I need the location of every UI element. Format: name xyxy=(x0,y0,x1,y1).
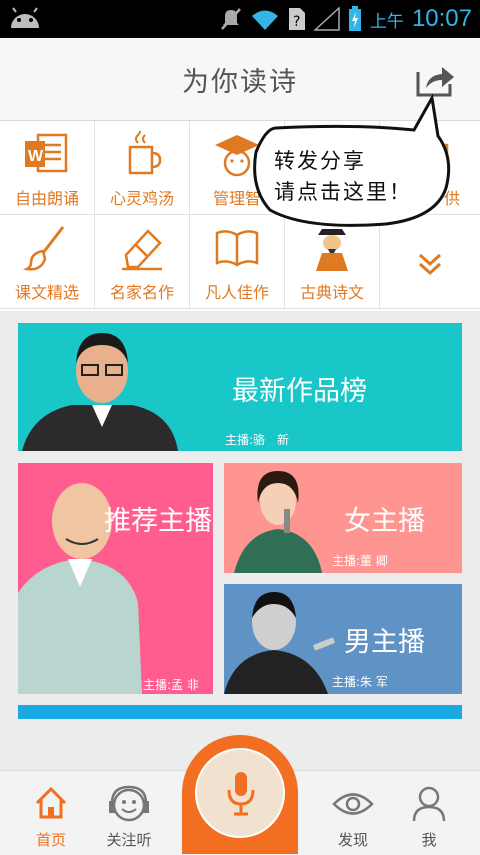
category-label: 名家名作 xyxy=(109,283,174,302)
paintbrush-icon xyxy=(23,226,65,271)
category-label: 自由朗诵 xyxy=(14,189,79,208)
latest-works-card[interactable]: 最新作品榜 主播:骆 新 xyxy=(18,323,462,451)
nav-label: 关注听 xyxy=(106,831,152,849)
card-title: 推荐主播 xyxy=(104,506,212,537)
category-soup[interactable]: 心灵鸡汤 xyxy=(95,121,190,215)
record-button-inner xyxy=(195,748,285,838)
record-button[interactable] xyxy=(182,735,298,854)
card-host: 主播:骆 新 xyxy=(225,433,290,447)
home-icon xyxy=(35,786,67,819)
svg-text:?: ? xyxy=(293,14,300,30)
card-title: 男主播 xyxy=(344,627,425,658)
eye-icon xyxy=(332,793,374,815)
card-host: 主播:孟 非 xyxy=(143,678,199,692)
category-label: 凡人佳作 xyxy=(204,283,269,302)
signal-icon xyxy=(313,7,340,31)
category-label: 心灵鸡汤 xyxy=(109,189,174,208)
android-icon xyxy=(11,7,39,28)
card-host: 主播:朱 军 xyxy=(332,675,388,689)
category-label: 古典诗文 xyxy=(299,283,364,302)
eraser-icon xyxy=(122,229,162,271)
card-host: 主播:董 卿 xyxy=(332,554,388,568)
microphone-icon xyxy=(227,772,255,816)
category-textbook[interactable]: 课文精选 xyxy=(0,215,95,309)
nav-label: 我 xyxy=(421,831,437,849)
user-icon xyxy=(412,786,446,822)
share-hint-bubble: 转发分享 请点击这里！ xyxy=(246,92,456,232)
host-portrait xyxy=(234,471,322,573)
headphone-smiley-icon xyxy=(109,785,149,822)
status-bar: ? 上午 10:07 xyxy=(0,0,480,38)
wifi-icon xyxy=(251,10,278,30)
more-card-preview[interactable] xyxy=(18,705,462,719)
word-document-icon: W xyxy=(25,133,68,173)
card-title: 女主播 xyxy=(344,506,425,537)
clock: 10:07 xyxy=(411,5,472,32)
female-host-card[interactable]: 女主播 主播:董 卿 xyxy=(224,463,462,573)
coffee-cup-icon xyxy=(128,131,162,175)
category-label: 课文精选 xyxy=(14,283,79,302)
nav-label: 首页 xyxy=(35,831,66,849)
no-sim-icon: ? xyxy=(288,8,305,30)
host-portrait xyxy=(224,592,336,694)
male-host-card[interactable]: 男主播 主播:朱 军 xyxy=(224,584,462,694)
category-recitation[interactable]: W 自由朗诵 xyxy=(0,121,95,215)
share-hint-line1: 转发分享 xyxy=(274,149,366,173)
host-portrait xyxy=(22,333,178,451)
category-masters[interactable]: 名家名作 xyxy=(95,215,190,309)
chevron-down-icon xyxy=(418,253,442,276)
svg-text:W: W xyxy=(28,148,44,165)
battery-icon xyxy=(348,6,361,31)
mute-icon xyxy=(221,8,241,30)
card-title: 最新作品榜 xyxy=(232,376,367,407)
host-portrait xyxy=(18,483,142,694)
clock-ampm: 上午 xyxy=(369,11,404,32)
recommended-host-card[interactable]: 推荐主播 主播:孟 非 xyxy=(18,463,213,694)
share-hint-line2: 请点击这里！ xyxy=(274,180,412,204)
